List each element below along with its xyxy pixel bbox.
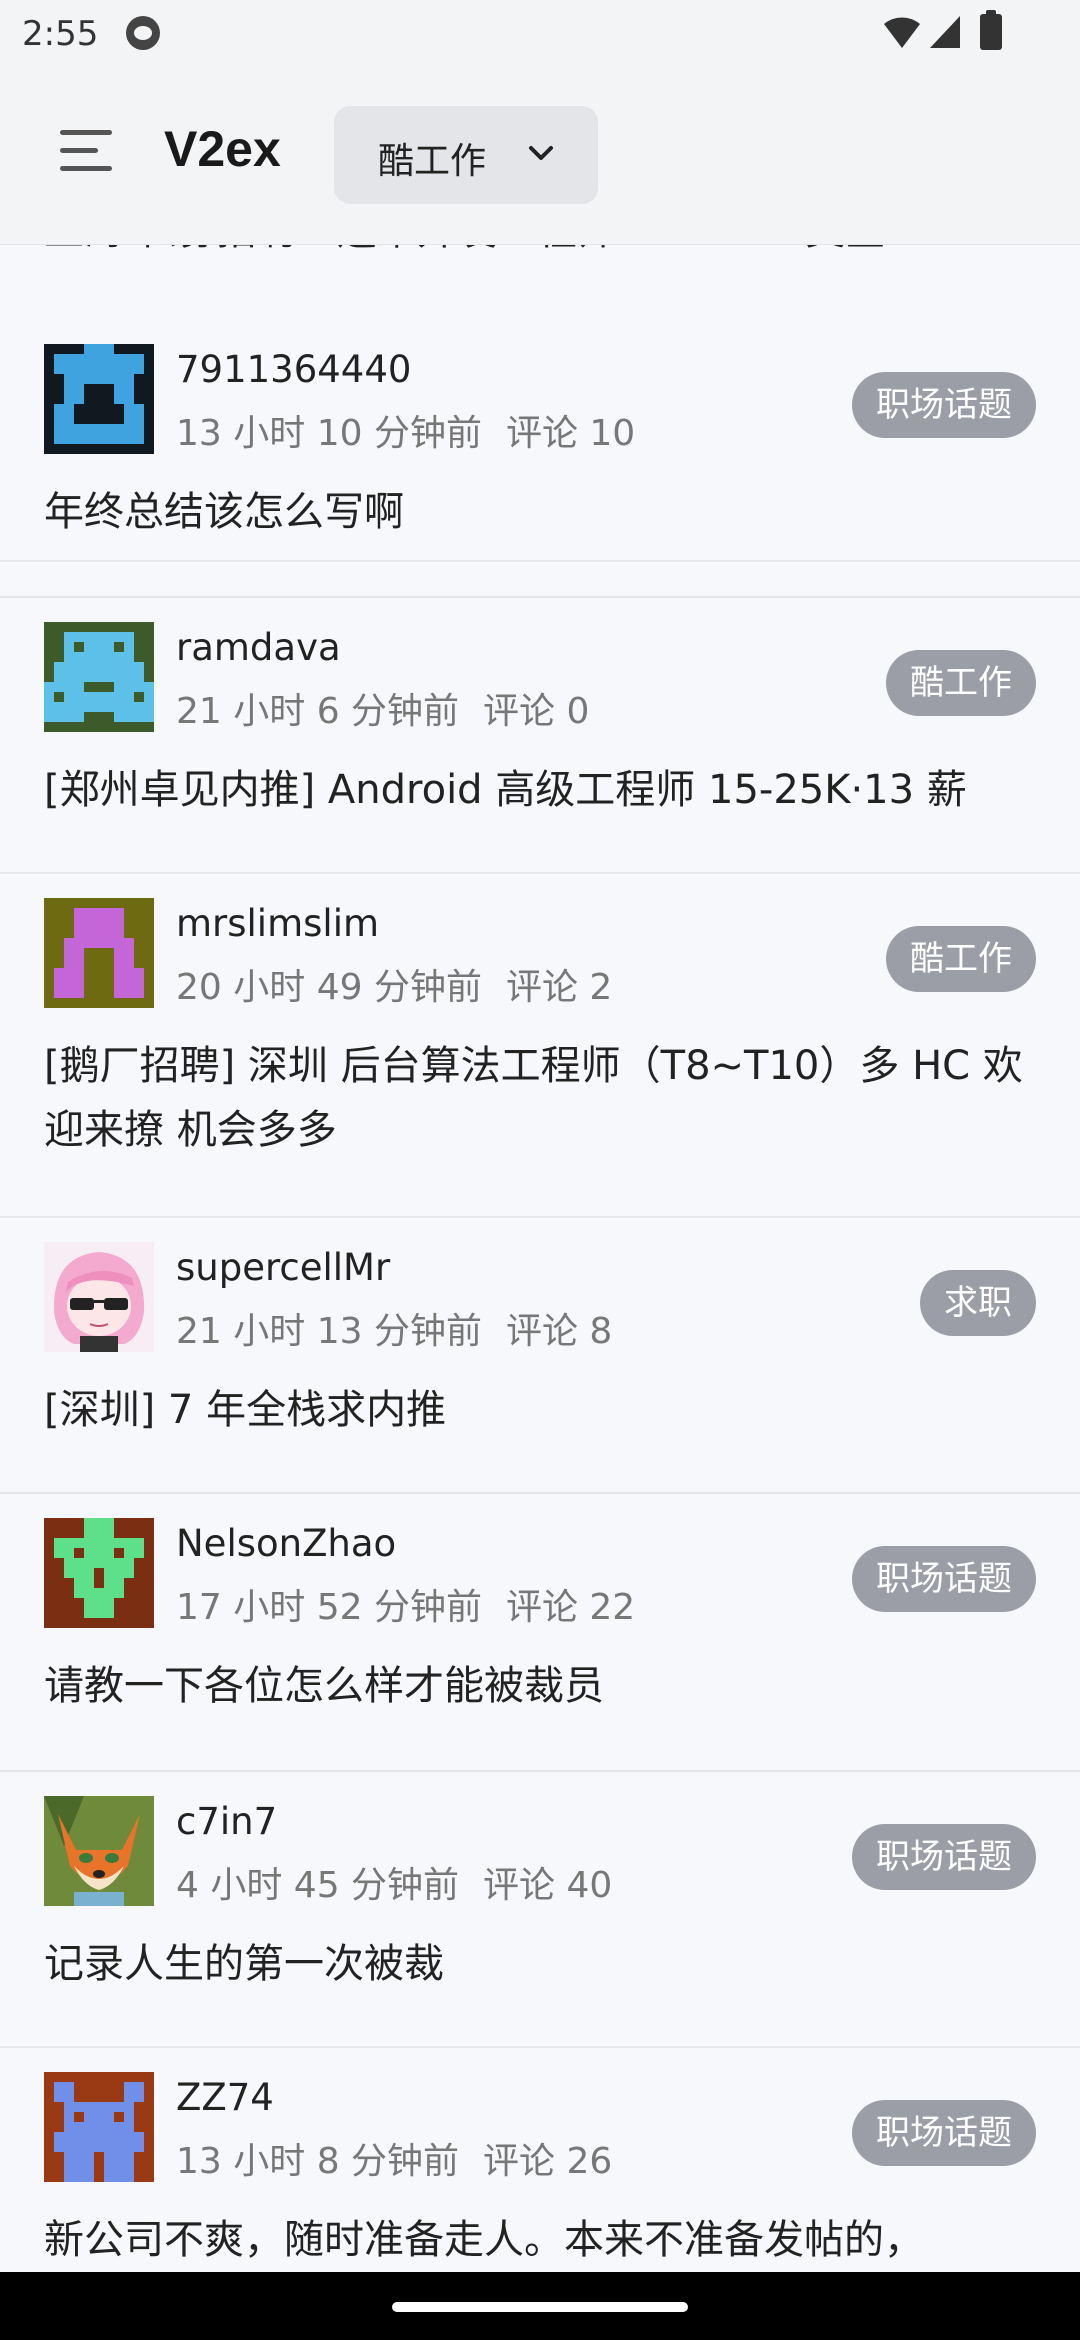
comment-count: 评论 0 <box>483 691 590 732</box>
status-time: 2:55 <box>22 14 99 54</box>
app-title: V2ex <box>164 121 281 177</box>
status-bar: 2:55 <box>0 0 1080 66</box>
topic-meta: 20 小时 49 分钟前 评论 2 <box>176 958 612 1010</box>
menu-icon[interactable] <box>56 122 116 182</box>
topic-title: [鹅厂招聘] 深圳 后台算法工程师（T8~T10）多 HC 欢迎来撩 机会多多 <box>44 1043 1023 1153</box>
topic-title: [深圳] 7 年全栈求内推 <box>44 1387 447 1433</box>
topic-time: 4 小时 45 分钟前 <box>176 1865 460 1906</box>
topic-time: 21 小时 6 分钟前 <box>176 691 460 732</box>
avatar[interactable] <box>44 344 154 454</box>
topic-meta: 21 小时 6 分钟前 评论 0 <box>176 682 589 734</box>
avatar[interactable] <box>44 2072 154 2182</box>
notification-app-icon <box>126 16 160 50</box>
avatar[interactable] <box>44 898 154 1008</box>
topic-title: [郑州卓见内推] Android 高级工程师 15-25K·13 薪 <box>44 767 967 813</box>
topic-title: 上海 私募招聘：运维开发工程师 20-30K+奖金 <box>44 244 885 256</box>
topic-title: 新公司不爽，随时准备走人。本来不准备发帖的， <box>44 2217 924 2263</box>
topic-title: 请教一下各位怎么样才能被裁员 <box>44 1663 604 1709</box>
topic-meta: 4 小时 45 分钟前 评论 40 <box>176 1856 612 1908</box>
topic-time: 17 小时 52 分钟前 <box>176 1587 482 1628</box>
topic-meta: 21 小时 13 分钟前 评论 8 <box>176 1302 612 1354</box>
topic-row[interactable]: mrslimslim 20 小时 49 分钟前 评论 2 酷工作 [鹅厂招聘] 深… <box>0 874 1080 1218</box>
author-name[interactable]: ZZ74 <box>176 2076 274 2119</box>
comment-count: 评论 22 <box>505 1587 636 1628</box>
topic-time: 21 小时 13 分钟前 <box>176 1311 482 1352</box>
node-tag[interactable]: 职场话题 <box>852 1824 1036 1890</box>
author-name[interactable]: NelsonZhao <box>176 1522 396 1565</box>
battery-icon <box>980 10 1002 50</box>
topic-row[interactable]: ZZ74 13 小时 8 分钟前 评论 26 职场话题 新公司不爽，随时准备走人。… <box>0 2048 1080 2272</box>
topic-row[interactable]: ramdava 21 小时 6 分钟前 评论 0 酷工作 [郑州卓见内推] And… <box>0 598 1080 874</box>
node-tag[interactable]: 职场话题 <box>852 1546 1036 1612</box>
topic-meta: 13 小时 10 分钟前 评论 10 <box>176 404 635 456</box>
topic-meta: 13 小时 8 分钟前 评论 26 <box>176 2132 612 2184</box>
topic-time: 13 小时 8 分钟前 <box>176 2141 460 2182</box>
topic-title: 记录人生的第一次被裁 <box>44 1941 444 1987</box>
topic-time: 20 小时 49 分钟前 <box>176 967 482 1008</box>
topic-meta: 17 小时 52 分钟前 评论 22 <box>176 1578 635 1630</box>
comment-count: 评论 8 <box>505 1311 613 1352</box>
comment-count: 评论 2 <box>505 967 613 1008</box>
topic-list: 上海 私募招聘：运维开发工程师 20-30K+奖金 7911364440 13 … <box>0 244 1080 2272</box>
node-tag[interactable]: 酷工作 <box>886 926 1036 992</box>
node-tag[interactable]: 职场话题 <box>852 372 1036 438</box>
system-navigation-bar <box>0 2272 1080 2340</box>
chevron-down-icon <box>529 146 553 160</box>
author-name[interactable]: mrslimslim <box>176 902 379 945</box>
avatar[interactable] <box>44 1242 154 1352</box>
top-app-bar: V2ex 酷工作 <box>0 66 1080 245</box>
comment-count: 评论 26 <box>483 2141 613 2182</box>
comment-count: 评论 10 <box>505 413 636 454</box>
author-name[interactable]: ramdava <box>176 626 341 669</box>
topic-title: 年终总结该怎么写啊 <box>44 489 404 535</box>
author-name[interactable]: supercellMr <box>176 1246 390 1289</box>
avatar[interactable] <box>44 1518 154 1628</box>
avatar[interactable] <box>44 622 154 732</box>
topic-row[interactable]: supercellMr 21 小时 13 分钟前 评论 8 求职 [深圳] 7 年… <box>0 1218 1080 1494</box>
author-name[interactable]: c7in7 <box>176 1800 277 1843</box>
avatar[interactable] <box>44 1796 154 1906</box>
topic-row[interactable]: 7911364440 13 小时 10 分钟前 评论 10 职场话题 年终总结该怎… <box>0 320 1080 598</box>
node-selector[interactable]: 酷工作 <box>334 106 598 204</box>
signal-icon <box>930 16 960 48</box>
comment-count: 评论 40 <box>483 1865 613 1906</box>
node-selector-label: 酷工作 <box>378 141 487 182</box>
node-tag[interactable]: 求职 <box>920 1270 1036 1336</box>
node-tag[interactable]: 酷工作 <box>886 650 1036 716</box>
home-gesture-handle[interactable] <box>392 2302 688 2312</box>
node-tag[interactable]: 职场话题 <box>852 2100 1036 2166</box>
topic-time: 13 小时 10 分钟前 <box>176 413 482 454</box>
author-name[interactable]: 7911364440 <box>176 348 411 391</box>
topic-row[interactable]: NelsonZhao 17 小时 52 分钟前 评论 22 职场话题 请教一下各位… <box>0 1494 1080 1772</box>
wifi-icon <box>884 17 920 48</box>
topic-row[interactable]: c7in7 4 小时 45 分钟前 评论 40 职场话题 记录人生的第一次被裁 <box>0 1772 1080 2048</box>
